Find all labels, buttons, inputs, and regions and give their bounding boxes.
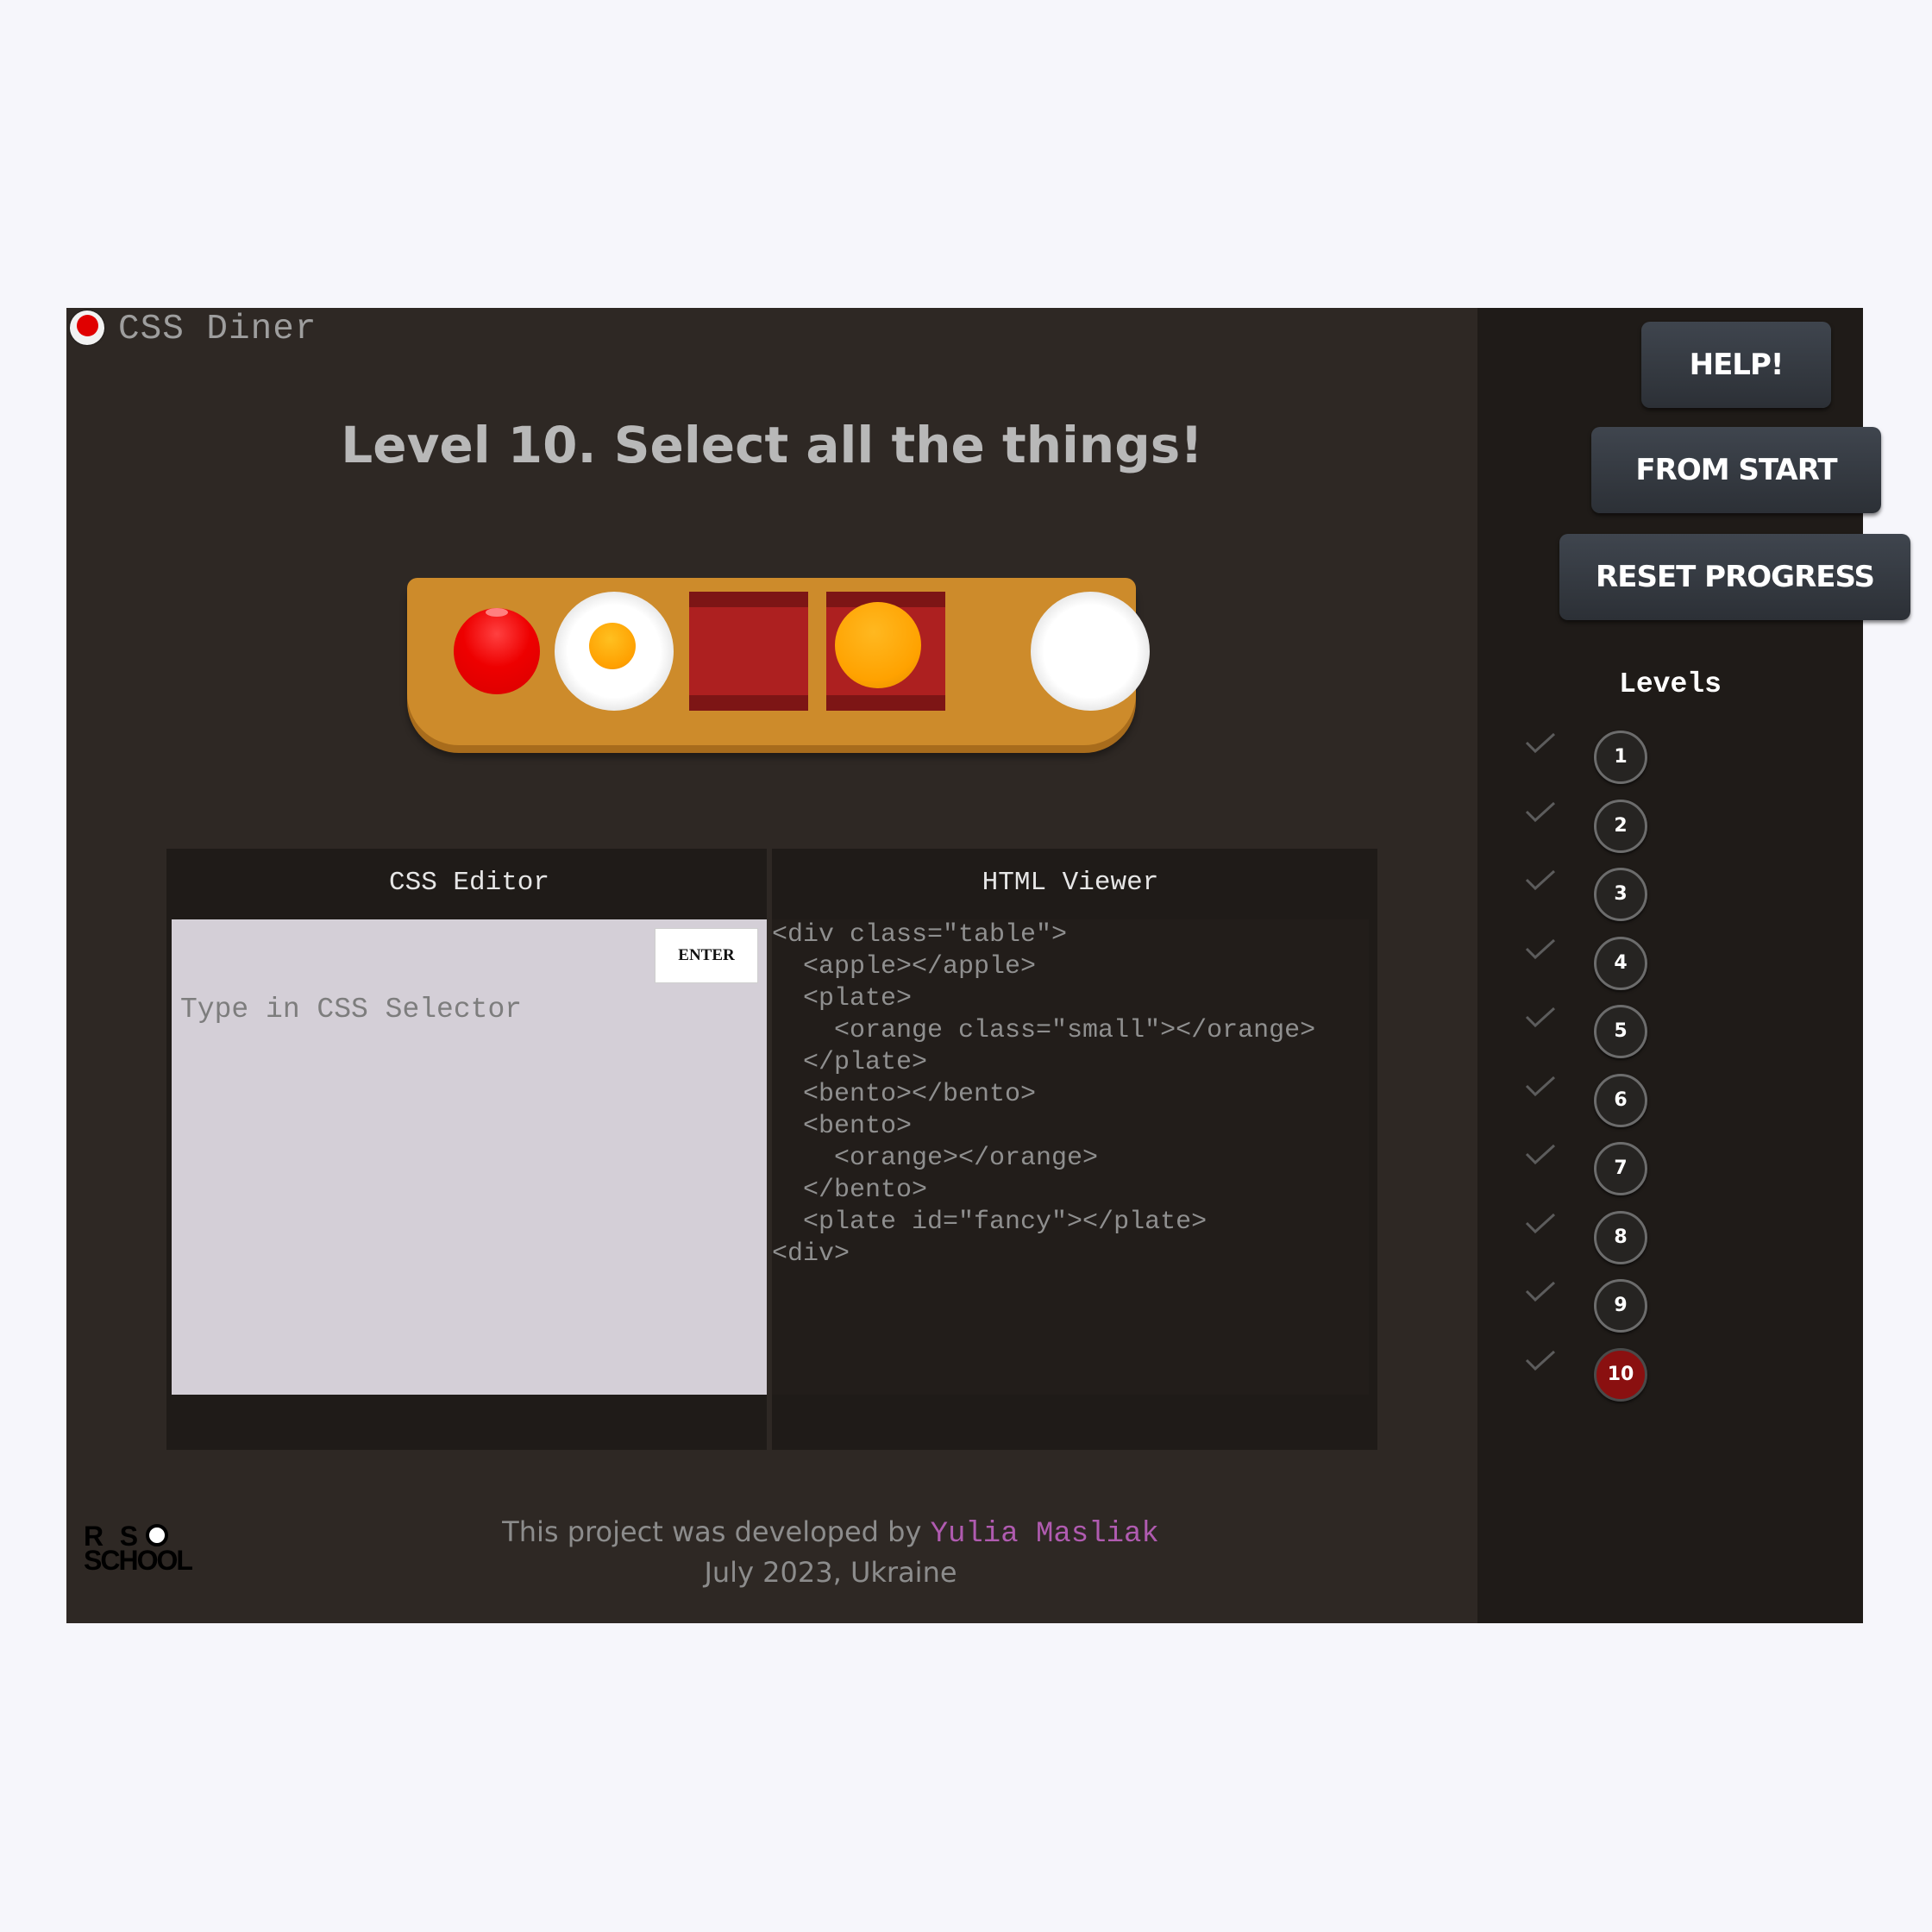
html-viewer: <div class="table"> <apple></apple> <pla… (772, 919, 1369, 1395)
html-line[interactable]: <bento> (772, 1111, 912, 1143)
author-link[interactable]: Yulia Masliak (931, 1518, 1159, 1551)
plate-item (555, 592, 674, 711)
level-row[interactable]: 10 (1525, 1347, 1697, 1408)
check-icon (1525, 801, 1556, 822)
level-row[interactable]: 6 (1525, 1073, 1697, 1134)
footer-credit: This project was developed by Yulia Masl… (66, 1515, 1595, 1551)
css-editor-title: CSS Editor (172, 849, 767, 918)
level-9-button[interactable]: 9 (1594, 1279, 1647, 1333)
game-main: CSS Diner Level 10. Select all the thing… (66, 308, 1477, 1623)
html-line[interactable]: <div> (772, 1239, 850, 1270)
level-7-button[interactable]: 7 (1594, 1142, 1647, 1195)
help-button[interactable]: HELP! (1641, 322, 1831, 408)
footer-text: This project was developed by (502, 1515, 922, 1548)
check-icon (1525, 869, 1556, 891)
footer-date: July 2023, Ukraine (704, 1556, 957, 1589)
level-row[interactable]: 8 (1525, 1210, 1697, 1271)
html-line[interactable]: <orange></orange> (772, 1143, 1098, 1175)
level-1-button[interactable]: 1 (1594, 731, 1647, 784)
enter-button[interactable]: ENTER (655, 928, 758, 983)
app-logo-icon (70, 310, 104, 345)
check-icon (1525, 1213, 1556, 1233)
level-row[interactable]: 7 (1525, 1142, 1697, 1202)
html-line[interactable]: <plate id="fancy"></plate> (772, 1207, 1207, 1239)
check-icon (1525, 1144, 1556, 1165)
editor-panel: CSS Editor HTML Viewer ENTER <div class=… (166, 849, 1377, 1450)
bento-item (689, 592, 808, 711)
html-line[interactable]: <div class="table"> (772, 919, 1067, 951)
level-8-button[interactable]: 8 (1594, 1210, 1647, 1264)
level-row[interactable]: 1 (1525, 731, 1697, 791)
level-row[interactable]: 3 (1525, 868, 1697, 928)
level-row[interactable]: 4 (1525, 936, 1697, 997)
check-icon (1525, 1350, 1556, 1371)
fancy-plate-item (1031, 592, 1150, 711)
reset-progress-button[interactable]: RESET PROGRESS (1559, 534, 1910, 620)
check-icon (1525, 732, 1556, 754)
check-icon (1525, 1281, 1556, 1302)
css-editor: ENTER (172, 919, 767, 1395)
level-5-button[interactable]: 5 (1594, 1005, 1647, 1058)
html-line[interactable]: <orange class="small"></orange> (772, 1015, 1315, 1047)
levels-title: Levels (1619, 668, 1722, 700)
level-2-button[interactable]: 2 (1594, 799, 1647, 853)
apple-item (454, 608, 540, 694)
level-3-button[interactable]: 3 (1594, 868, 1647, 921)
html-line[interactable]: </plate> (772, 1047, 927, 1079)
level-6-button[interactable]: 6 (1594, 1073, 1647, 1127)
level-4-button[interactable]: 4 (1594, 936, 1647, 990)
bento-item (826, 592, 945, 711)
html-line[interactable]: </bento> (772, 1175, 927, 1207)
html-viewer-title: HTML Viewer (772, 849, 1369, 918)
html-line[interactable]: <plate> (772, 983, 912, 1015)
small-orange-item (589, 623, 636, 669)
html-line[interactable]: <apple></apple> (772, 951, 1036, 983)
level-row[interactable]: 2 (1525, 799, 1697, 860)
level-row[interactable]: 9 (1525, 1279, 1697, 1339)
css-selector-input[interactable] (179, 984, 639, 1034)
check-icon (1525, 1007, 1556, 1028)
html-line[interactable]: <bento></bento> (772, 1079, 1036, 1111)
check-icon (1525, 938, 1556, 959)
app-window: CSS Diner Level 10. Select all the thing… (66, 308, 1910, 1623)
orange-item (835, 602, 921, 688)
dining-table (407, 578, 1150, 745)
check-icon (1525, 1076, 1556, 1096)
level-row[interactable]: 5 (1525, 1005, 1697, 1065)
app-title: CSS Diner (118, 310, 317, 349)
level-title: Level 10. Select all the things! (341, 416, 1203, 474)
from-start-button[interactable]: FROM START (1591, 427, 1881, 513)
sidebar: HELP! FROM START RESET PROGRESS Levels 1… (1477, 308, 1910, 1623)
level-10-button[interactable]: 10 (1594, 1347, 1647, 1402)
